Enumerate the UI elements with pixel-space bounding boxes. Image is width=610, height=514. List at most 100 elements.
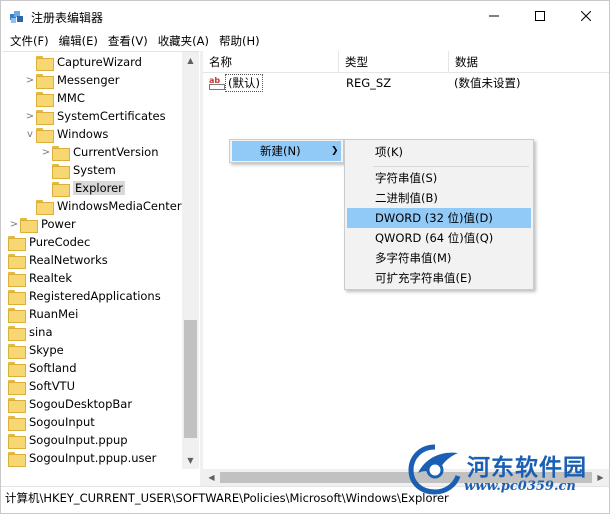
tree-item-label: System — [73, 163, 116, 177]
window-title: 注册表编辑器 — [31, 11, 104, 25]
folder-icon — [8, 271, 26, 287]
tree-item[interactable]: SogouInput.ppup — [2, 431, 128, 449]
chevron-down-icon[interactable]: v — [24, 125, 36, 143]
expander-icon[interactable] — [24, 197, 36, 215]
registry-tree: CaptureWizard > Messenger MMC > SystemCe… — [2, 51, 199, 469]
tree-item[interactable]: > Power — [8, 215, 76, 233]
table-row[interactable]: ab (默认) REG_SZ (数值未设置) — [203, 73, 609, 93]
close-button[interactable] — [563, 1, 609, 31]
menu-separator — [373, 166, 529, 167]
tree-item[interactable]: SoftVTU — [2, 377, 75, 395]
folder-icon — [52, 145, 70, 161]
tree-item[interactable]: SogouInput.ppup.user — [2, 449, 156, 467]
folder-icon — [8, 235, 26, 251]
tree-item[interactable]: v Windows — [24, 125, 108, 143]
tree-item[interactable]: Realtek — [2, 269, 72, 287]
folder-icon — [8, 343, 26, 359]
chevron-right-icon[interactable]: > — [40, 143, 52, 161]
menu-favorites[interactable]: 收藏夹(A) — [153, 31, 214, 51]
title-bar[interactable]: 注册表编辑器 — [1, 1, 609, 31]
string-value-icon: ab — [209, 76, 225, 90]
tree-item[interactable]: RegisteredApplications — [2, 287, 161, 305]
list-header: 名称 类型 数据 — [203, 51, 609, 73]
tree-item-label: SogouInput.ppup — [29, 433, 128, 447]
column-type-header[interactable]: 类型 — [339, 51, 449, 73]
menu-item-key[interactable]: 项(K) — [347, 142, 531, 162]
value-data: (数值未设置) — [454, 76, 521, 90]
folder-icon — [8, 361, 26, 377]
menu-item-string-value[interactable]: 字符串值(S) — [347, 168, 531, 188]
expander-icon[interactable] — [24, 89, 36, 107]
tree-item-label: Power — [41, 217, 76, 231]
regedit-window: 注册表编辑器 文件(F) 编辑(E) 查看(V) 收藏夹(A) 帮助(H) Ca… — [0, 0, 610, 514]
menu-help[interactable]: 帮助(H) — [214, 31, 265, 51]
menu-item-dword-value[interactable]: DWORD (32 位)值(D) — [347, 208, 531, 228]
maximize-button[interactable] — [517, 1, 563, 31]
expander-icon[interactable] — [40, 161, 52, 179]
tree-item-label: RealNetworks — [29, 253, 108, 267]
tree-item-label: Realtek — [29, 271, 73, 285]
tree-item[interactable]: SogouInput — [2, 413, 95, 431]
tree-item[interactable]: WindowsMediaCenter — [24, 197, 182, 215]
tree-item[interactable]: System — [40, 161, 116, 179]
tree-item[interactable]: RealNetworks — [2, 251, 108, 269]
menu-item-binary-value[interactable]: 二进制值(B) — [347, 188, 531, 208]
scroll-left-icon[interactable]: ◀ — [203, 469, 220, 486]
column-data-header[interactable]: 数据 — [449, 51, 609, 73]
minimize-icon — [489, 15, 499, 17]
scrollbar-thumb[interactable] — [184, 320, 197, 438]
column-name-header[interactable]: 名称 — [203, 51, 339, 73]
tree-item-explorer[interactable]: Explorer — [40, 179, 125, 197]
tree-item-label: MMC — [57, 91, 85, 105]
minimize-button[interactable] — [471, 1, 517, 31]
tree-item-label: Windows — [57, 127, 109, 141]
expander-icon[interactable] — [40, 179, 52, 197]
folder-icon — [8, 325, 26, 341]
watermark-logo-icon — [408, 443, 462, 495]
folder-icon — [8, 397, 26, 413]
scroll-down-icon[interactable]: ▼ — [182, 452, 199, 469]
folder-icon — [36, 199, 54, 215]
folder-icon — [52, 181, 70, 197]
watermark-url: www.pc0359.cn — [464, 479, 576, 494]
menu-item-multi-string-value[interactable]: 多字符串值(M) — [347, 248, 531, 268]
tree-item-label: Skype — [29, 343, 64, 357]
tree-item-label: PureCodec — [29, 235, 91, 249]
scroll-up-icon[interactable]: ▲ — [182, 52, 199, 69]
tree-item[interactable]: MMC — [24, 89, 85, 107]
menu-file[interactable]: 文件(F) — [5, 31, 54, 51]
maximize-icon — [535, 11, 545, 21]
menu-item-expandable-string-value[interactable]: 可扩充字符串值(E) — [347, 268, 531, 288]
expander-icon[interactable] — [24, 53, 36, 71]
folder-icon — [52, 163, 70, 179]
menu-view[interactable]: 查看(V) — [103, 31, 153, 51]
chevron-right-icon[interactable]: > — [8, 215, 20, 233]
tree-item-label: CaptureWizard — [57, 55, 142, 69]
folder-icon — [36, 127, 54, 143]
tree-item[interactable]: CaptureWizard — [24, 53, 142, 71]
tree-scrollbar[interactable]: ▲ ▼ — [182, 52, 199, 469]
menu-item-qword-value[interactable]: QWORD (64 位)值(Q) — [347, 228, 531, 248]
tree-item[interactable]: SogouDesktopBar — [2, 395, 132, 413]
chevron-right-icon[interactable]: > — [24, 71, 36, 89]
tree-item[interactable]: PureCodec — [2, 233, 90, 251]
tree-item[interactable]: Softland — [2, 359, 77, 377]
tree-item[interactable]: Skype — [2, 341, 64, 359]
tree-item[interactable]: RuanMei — [2, 305, 78, 323]
folder-icon — [20, 217, 38, 233]
tree-item-label: WindowsMediaCenter — [57, 199, 182, 213]
tree-item[interactable]: sina — [2, 323, 53, 341]
tree-item[interactable]: > SystemCertificates — [24, 107, 166, 125]
folder-icon — [8, 307, 26, 323]
tree-item[interactable]: > Messenger — [24, 71, 119, 89]
chevron-right-icon[interactable]: > — [24, 107, 36, 125]
folder-icon — [8, 289, 26, 305]
new-submenu: 项(K) 字符串值(S) 二进制值(B) DWORD (32 位)值(D) QW… — [344, 139, 534, 290]
tree-item-label: CurrentVersion — [73, 145, 159, 159]
folder-icon — [36, 109, 54, 125]
menu-edit[interactable]: 编辑(E) — [54, 31, 103, 51]
scroll-right-icon[interactable]: ▶ — [592, 469, 609, 486]
submenu-arrow-icon: ❯ — [331, 146, 339, 156]
tree-item[interactable]: > CurrentVersion — [40, 143, 158, 161]
context-menu: 新建(N) ❯ — [229, 139, 344, 163]
